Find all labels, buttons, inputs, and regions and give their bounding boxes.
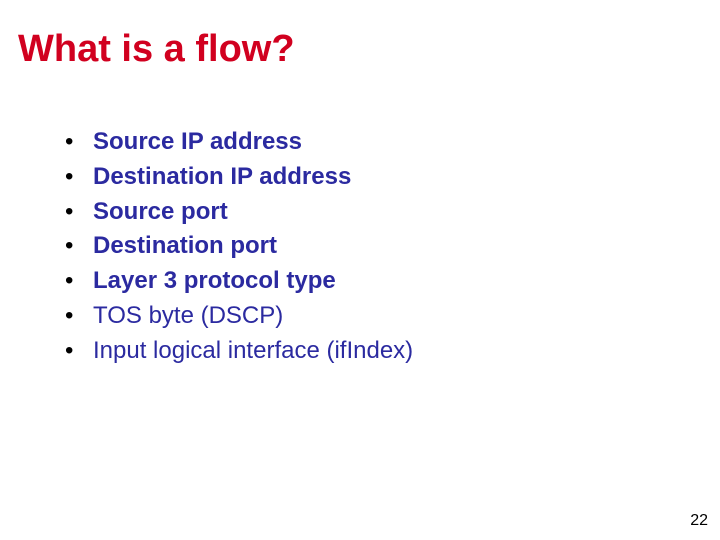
list-item: • Destination port: [65, 229, 413, 264]
bullet-dot: •: [65, 299, 93, 334]
list-item: • Input logical interface (ifIndex): [65, 334, 413, 369]
bullet-dot: •: [65, 160, 93, 195]
bullet-list: • Source IP address • Destination IP add…: [65, 125, 413, 369]
bullet-dot: •: [65, 195, 93, 230]
list-item-text: Layer 3 protocol type: [93, 264, 413, 299]
bullet-dot: •: [65, 264, 93, 299]
list-item-text: TOS byte (DSCP): [93, 299, 413, 334]
list-item-text: Input logical interface (ifIndex): [93, 334, 413, 369]
list-item: • Layer 3 protocol type: [65, 264, 413, 299]
list-item: • Source IP address: [65, 125, 413, 160]
list-item-text: Destination port: [93, 229, 413, 264]
slide-title: What is a flow?: [18, 28, 295, 71]
list-item-text: Destination IP address: [93, 160, 413, 195]
bullet-dot: •: [65, 229, 93, 264]
list-item: • Source port: [65, 195, 413, 230]
list-item: • TOS byte (DSCP): [65, 299, 413, 334]
page-number: 22: [690, 512, 708, 530]
list-item-text: Source IP address: [93, 125, 413, 160]
bullet-dot: •: [65, 125, 93, 160]
list-item: • Destination IP address: [65, 160, 413, 195]
slide: What is a flow? • Source IP address • De…: [0, 0, 720, 540]
list-item-text: Source port: [93, 195, 413, 230]
bullet-dot: •: [65, 334, 93, 369]
